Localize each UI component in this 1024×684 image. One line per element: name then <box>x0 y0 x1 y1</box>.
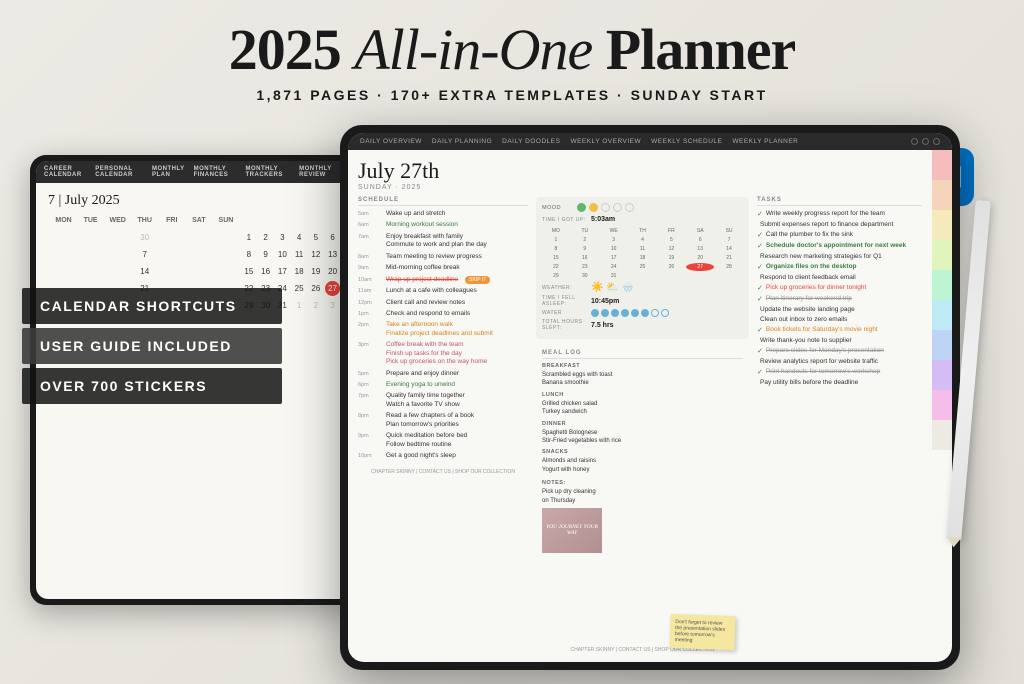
nav-dot-2 <box>922 138 929 145</box>
notes-section: NOTES: Pick up dry cleaningon Thursday <box>542 480 743 505</box>
nav-dot-3 <box>933 138 940 145</box>
planner-columns: SCHEDULE 5am Wake up and stretch 6am Mor… <box>358 197 922 653</box>
motivational-box: YOU JOURNEY YOUR WAY <box>542 508 602 553</box>
schedule-item: 9am Mid-morning coffee break <box>358 264 528 272</box>
lunch-section: LUNCH Grilled chicken saladTurkey sandwi… <box>542 392 743 417</box>
schedule-item: 8am Team meeting to review progress <box>358 253 528 261</box>
tab-peach[interactable] <box>932 180 952 210</box>
page-background: 2025 All-in-One Planner 1,871 PAGES · 17… <box>0 0 1024 684</box>
dinner-section: DINNER Spaghetti BologneseStir-Fried veg… <box>542 421 743 446</box>
task-item: ✓ Book tickets for Saturday's movie nigh… <box>757 326 922 334</box>
breakfast-section: BREAKFAST Scrambled eggs with toastBanan… <box>542 363 743 388</box>
tab-pink[interactable] <box>932 150 952 180</box>
weather-row: WEATHER: ☀️ ⛅ 🌧️ <box>542 282 743 293</box>
month-header: 7 | July 2025 <box>48 193 342 209</box>
schedule-item: 6am Morning workout session <box>358 221 528 229</box>
title-section: 2025 All-in-One Planner 1,871 PAGES · 17… <box>229 18 796 103</box>
schedule-item: 6pm Evening yoga to unwind <box>358 381 528 389</box>
planner-date: July 27th <box>358 158 922 184</box>
schedule-item: 5am Wake up and stretch <box>358 210 528 218</box>
schedule-item: 10pm Get a good night's sleep <box>358 452 528 460</box>
task-item: ✓ Plan itinerary for weekend trip <box>757 295 922 303</box>
sticky-note: Don't forget to review the presentation … <box>669 614 735 650</box>
nav-dots <box>911 138 940 145</box>
tab-yellow[interactable] <box>932 210 952 240</box>
tab-rose[interactable] <box>932 390 952 420</box>
footer-text: CHAPTER SKINNY | CONTACT US | SHOP OUR C… <box>358 469 528 475</box>
planner-main: July 27th SUNDAY · 2025 SCHEDULE 5am Wak… <box>348 150 932 662</box>
task-item: ✓ Pick up groceries for dinner tonight <box>757 284 922 292</box>
schedule-item: 1pm Check and respond to emails <box>358 310 528 318</box>
task-item: Write thank-you note to supplier <box>757 337 922 344</box>
mood-tracker: MOOD <box>542 203 743 212</box>
task-item: Submit expenses report to finance depart… <box>757 221 922 228</box>
schedule-item: 12pm Client call and review notes <box>358 299 528 307</box>
tab-mint[interactable] <box>932 270 952 300</box>
nav-dot-1 <box>911 138 918 145</box>
schedule-item: 8pm Read a few chapters of a bookPlan to… <box>358 412 528 429</box>
meal-log-header: MEAL LOG <box>542 350 743 359</box>
tablet-right-screen: DAILY OVERVIEW DAILY PLANNING DAILY DOOD… <box>348 133 952 662</box>
mini-calendar: MOTUWETHFRSASU 1234567 891011121314 1516… <box>542 227 743 280</box>
schedule-item: 7pm Quality family time togetherWatch a … <box>358 392 528 409</box>
task-item: ✓ Schedule doctor's appointment for next… <box>757 242 922 250</box>
water-row: WATER <box>542 309 743 317</box>
total-sleep-row: TOTAL HOURS SLEPT: 7.5 hrs <box>542 319 743 331</box>
tab-blue[interactable] <box>932 330 952 360</box>
schedule-item: 11am Lunch at a cafe with colleagues <box>358 287 528 295</box>
task-item: Clean out inbox to zero emails <box>757 316 922 323</box>
tab-sky[interactable] <box>932 300 952 330</box>
snacks-section: SNACKS Almonds and raisinsYogurt with ho… <box>542 449 743 474</box>
tab-color-sidebar <box>932 150 952 662</box>
schedule-item: 10am Wrap up project deadline SKIP IT <box>358 276 528 284</box>
task-item: ✓ Write weekly progress report for the t… <box>757 210 922 218</box>
task-item: Update the website landing page <box>757 306 922 313</box>
water-dots <box>591 309 669 317</box>
task-item: ✓ Organize files on the desktop <box>757 263 922 271</box>
planner-content: July 27th SUNDAY · 2025 SCHEDULE 5am Wak… <box>348 150 952 662</box>
mood-dots <box>577 203 634 212</box>
tasks-header: TASKS <box>757 197 922 206</box>
tablet-right: DAILY OVERVIEW DAILY PLANNING DAILY DOOD… <box>340 125 960 670</box>
sleep-row: TIME I FELL ASLEEP: 10:45pm <box>542 295 743 307</box>
task-item: ✓ Prepare slides for Monday's presentati… <box>757 347 922 355</box>
badge-calendar-shortcuts: CALENDAR SHORTCUTS <box>22 288 282 324</box>
main-title: 2025 All-in-One Planner <box>229 18 796 82</box>
tab-lime[interactable] <box>932 240 952 270</box>
schedule-header: SCHEDULE <box>358 197 528 206</box>
feature-badges: CALENDAR SHORTCUTS USER GUIDE INCLUDED O… <box>22 288 282 404</box>
subtitle: 1,871 PAGES · 170+ EXTRA TEMPLATES · SUN… <box>229 88 796 103</box>
schedule-item: 9pm Quick meditation before bedFollow be… <box>358 432 528 449</box>
tab-neutral[interactable] <box>932 420 952 450</box>
planner-nav: DAILY OVERVIEW DAILY PLANNING DAILY DOOD… <box>348 133 952 150</box>
time-got-up: TIME I GOT UP: 5:03am <box>542 216 743 223</box>
task-item: Review analytics report for website traf… <box>757 358 922 365</box>
meal-log: MEAL LOG BREAKFAST Scrambled eggs with t… <box>536 344 749 640</box>
schedule-item: 3pm Coffee break with the teamFinish up … <box>358 341 528 366</box>
tasks-column: TASKS ✓ Write weekly progress report for… <box>757 197 922 653</box>
schedule-item: 7am Enjoy breakfast with familyCommute t… <box>358 233 528 250</box>
task-item: Pay utility bills before the deadline <box>757 379 922 386</box>
trackers-section: MOOD <box>536 197 749 339</box>
schedule-item: 2pm Take an afternoon walkFinalize proje… <box>358 321 528 338</box>
tablet-left-nav: CAREER CALENDAR PERSONAL CALENDAR MONTHL… <box>36 161 354 183</box>
task-item: ✓ Print handouts for tomorrow's workshop <box>757 368 922 376</box>
planner-date-sub: SUNDAY · 2025 <box>358 184 922 191</box>
task-item: Research new marketing strategies for Q1 <box>757 253 922 260</box>
task-item: ✓ Call the plumber to fix the sink <box>757 231 922 239</box>
schedule-column: SCHEDULE 5am Wake up and stretch 6am Mor… <box>358 197 528 653</box>
tab-lavender[interactable] <box>932 360 952 390</box>
badge-stickers: OVER 700 STICKERS <box>22 368 282 404</box>
schedule-item: 5pm Prepare and enjoy dinner <box>358 370 528 378</box>
mid-column: MOOD <box>536 197 749 653</box>
badge-user-guide: USER GUIDE INCLUDED <box>22 328 282 364</box>
task-item: Respond to client feedback email <box>757 274 922 281</box>
